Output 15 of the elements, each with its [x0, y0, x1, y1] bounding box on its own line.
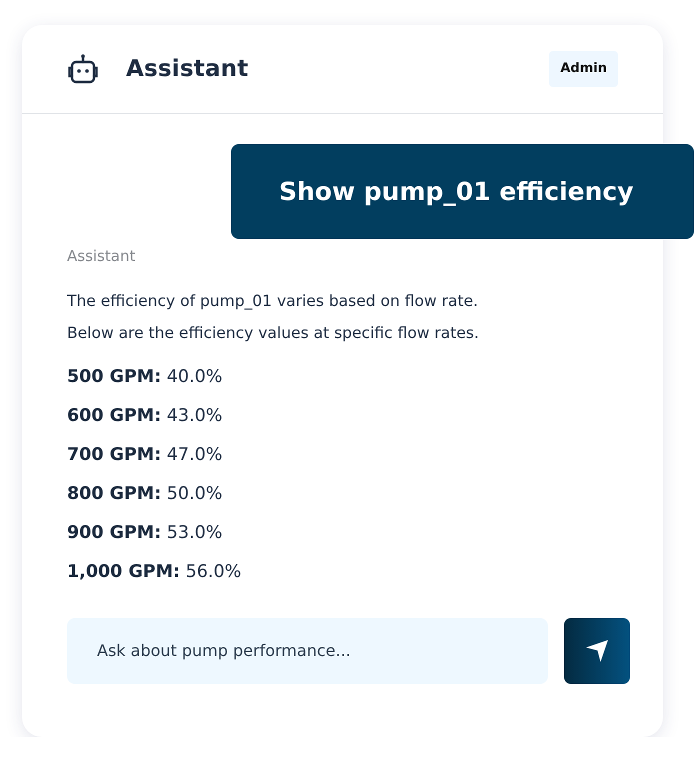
efficiency-line: 1,000 GPM: 56.0%	[67, 560, 242, 584]
user-message-bubble: Show pump_01 efficiency	[231, 144, 694, 239]
reply-text: The efficiency of pump_01 varies based on flow rate. Below are the efficiency values at specific flow rates.	[67, 290, 480, 344]
paper-plane-icon	[585, 638, 609, 662]
efficiency-line: 500 GPM: 40.0%	[67, 366, 224, 388]
efficiency-line: 700 GPM: 47.0%	[67, 444, 224, 466]
efficiency-line: 900 GPM: 53.0%	[67, 522, 224, 544]
send-button[interactable]	[564, 618, 630, 684]
chat-title: Assistant	[126, 54, 248, 84]
efficiency-line: 600 GPM: 43.0%	[67, 404, 224, 428]
efficiency-line: 800 GPM: 50.0%	[67, 482, 224, 506]
message-input[interactable]: Ask about pump performance...	[67, 618, 548, 684]
robot-icon	[67, 54, 99, 84]
role-badge: Admin	[549, 51, 618, 87]
sender-label: Assistant	[67, 246, 136, 267]
